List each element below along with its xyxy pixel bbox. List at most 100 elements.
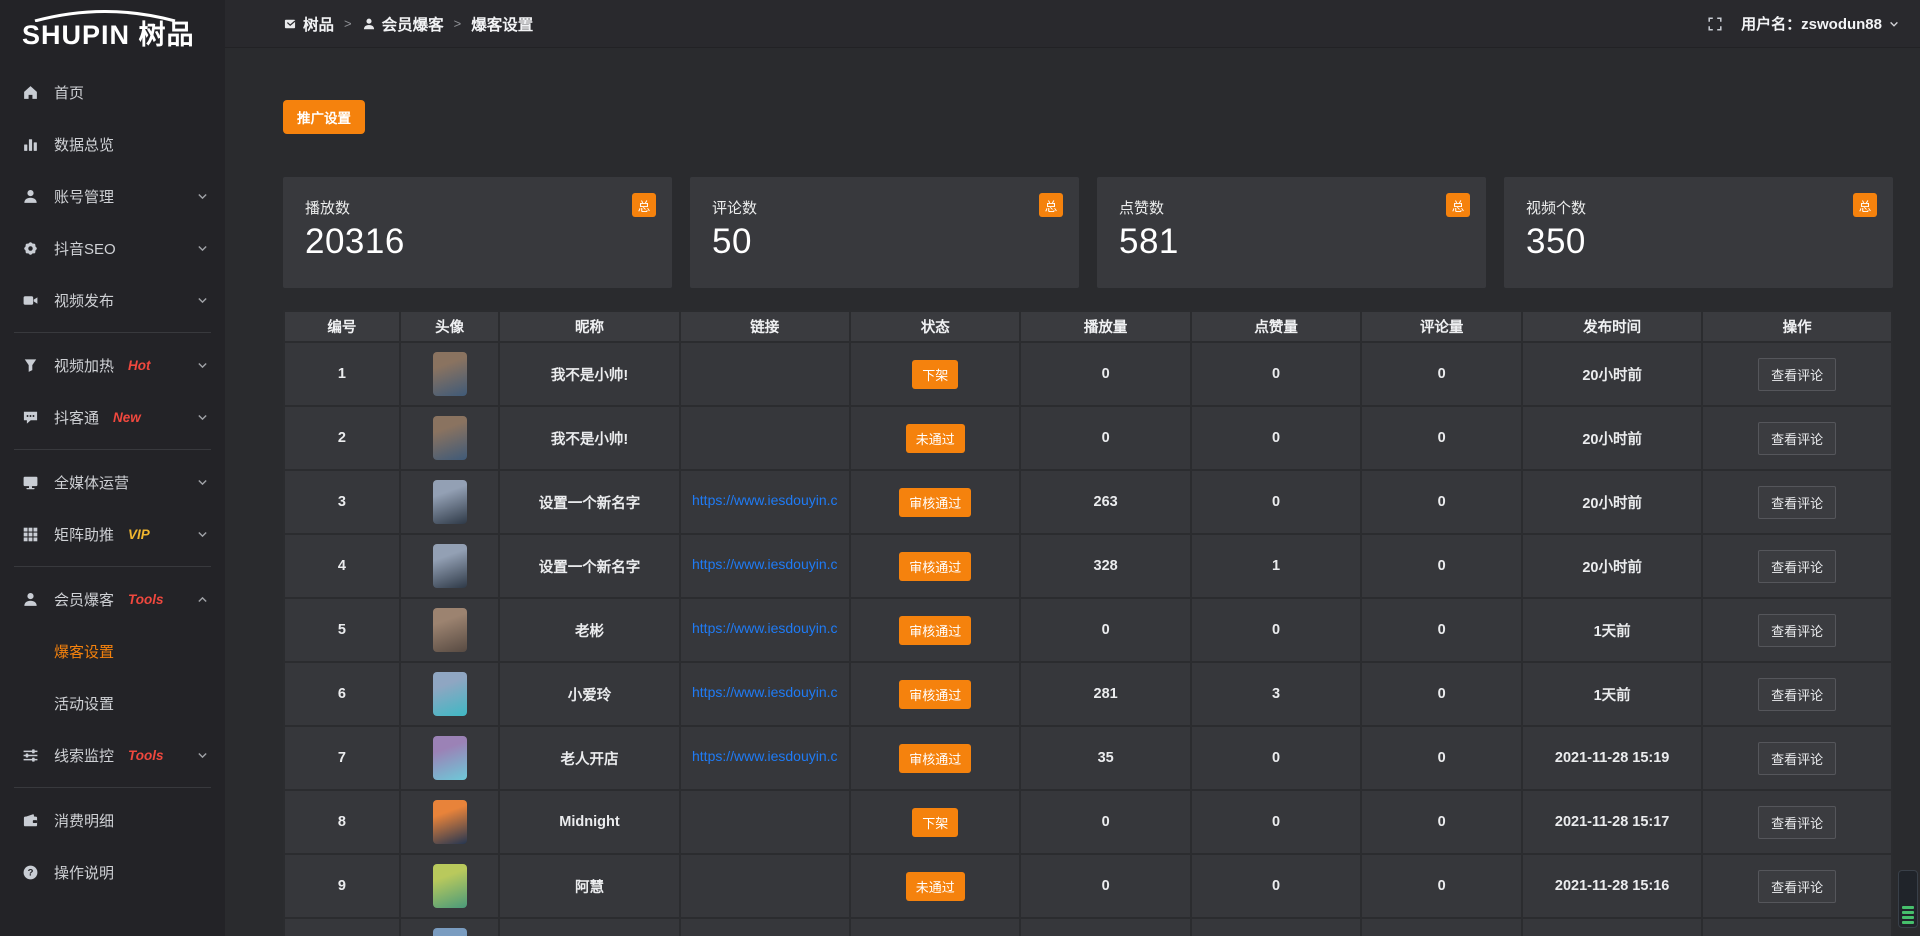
sidebar-item[interactable]: 抖音SEO [0,222,225,274]
cell-id: 2 [284,406,400,470]
view-comments-button[interactable]: 查看评论 [1758,486,1836,519]
cell-action: 查看评论 [1702,534,1892,598]
sidebar-item-label: 视频加热 [54,355,114,376]
fullscreen-icon[interactable] [1707,16,1723,32]
sidebar-subitem[interactable]: 爆客设置 [0,625,225,677]
breadcrumb: 树品>会员爆客>爆客设置 [283,13,533,35]
video-link[interactable]: https://www.iesdouyin.c [692,748,838,764]
table-row: 2我不是小帅!未通过00020小时前查看评论 [284,406,1892,470]
avatar [433,800,467,844]
sidebar-item[interactable]: 抖客通 New [0,391,225,443]
floating-widget[interactable] [1898,870,1918,928]
wallet-icon [22,812,39,829]
breadcrumb-item[interactable]: 会员爆客 [362,13,444,35]
cell-avatar [400,342,500,406]
stat-card: 视频个数350总 [1504,177,1893,288]
stat-value: 350 [1526,222,1871,262]
cell-status: 下架 [850,342,1020,406]
cell-likes: 0 [1191,598,1361,662]
cell-status: 审核通过 [850,662,1020,726]
video-link[interactable]: https://www.iesdouyin.c [692,620,838,636]
view-comments-button[interactable]: 查看评论 [1758,358,1836,391]
cell-plays: 0 [1020,598,1190,662]
breadcrumb-item[interactable]: 树品 [283,13,334,35]
chevron-down-icon [196,294,209,307]
sidebar-item[interactable]: 数据总览 [0,118,225,170]
sidebar-item-label: 操作说明 [54,862,114,883]
sidebar-subitem[interactable]: 活动设置 [0,677,225,729]
video-link[interactable]: https://www.iesdouyin.c [692,556,838,572]
cell-action: 查看评论 [1702,598,1892,662]
cell-comments: 0 [1361,598,1522,662]
sidebar-item[interactable]: 矩阵助推VIP [0,508,225,560]
table-row: 7老人开店https://www.iesdouyin.c审核通过35002021… [284,726,1892,790]
cell-plays [1020,918,1190,936]
user-menu[interactable]: 用户名：zswodun88 [1741,13,1900,34]
cell-time: 20小时前 [1522,406,1702,470]
cell-nickname: 我不是小帅! [499,342,679,406]
cell-link [680,342,850,406]
cell-time: 2021-11-28 15:16 [1522,854,1702,918]
sidebar-item[interactable]: 全媒体运营 [0,456,225,508]
promo-settings-button[interactable]: 推广设置 [283,100,365,134]
table-row: 1我不是小帅!下架00020小时前查看评论 [284,342,1892,406]
stat-label: 视频个数 [1526,197,1871,218]
sidebar-item[interactable]: 视频发布 [0,274,225,326]
sidebar-item-label: 抖客通 [54,407,99,428]
cell-status: 审核通过 [850,598,1020,662]
video-link[interactable]: https://www.iesdouyin.c [692,492,838,508]
view-comments-button[interactable]: 查看评论 [1758,678,1836,711]
sidebar-item[interactable]: 消费明细 [0,794,225,846]
cell-status: 审核通过 [850,726,1020,790]
user-icon [22,188,39,205]
table-row: 4设置一个新名字https://www.iesdouyin.c审核通过32810… [284,534,1892,598]
cell-comments: 0 [1361,854,1522,918]
cell-plays: 0 [1020,854,1190,918]
sidebar-item-label: 线索监控 [54,745,114,766]
stat-value: 581 [1119,222,1464,262]
cell-status: 未通过 [850,854,1020,918]
cell-comments: 0 [1361,534,1522,598]
topbar-right: 用户名：zswodun88 [1707,13,1900,34]
sidebar-item-tag: New [113,410,141,425]
cell-id: 5 [284,598,400,662]
video-link[interactable]: https://www.iesdouyin.c [692,684,838,700]
sidebar-item[interactable]: 会员爆客Tools [0,573,225,625]
view-comments-button[interactable]: 查看评论 [1758,870,1836,903]
sidebar-item[interactable]: 线索监控Tools [0,729,225,781]
sidebar-item-label: 数据总览 [54,134,114,155]
cell-comments: 0 [1361,662,1522,726]
sidebar-item[interactable]: 账号管理 [0,170,225,222]
cell-id: 6 [284,662,400,726]
cell-link: https://www.iesdouyin.c [680,470,850,534]
main-area: 树品>会员爆客>爆客设置 用户名：zswodun88 推广设置 播放数20316… [225,0,1920,936]
cell-time: 2021-11-28 15:19 [1522,726,1702,790]
cell-nickname: 我不是小帅! [499,406,679,470]
view-comments-button[interactable]: 查看评论 [1758,550,1836,583]
cell-avatar [400,534,500,598]
chevron-down-icon [1888,18,1900,30]
view-comments-button[interactable]: 查看评论 [1758,806,1836,839]
avatar [433,544,467,588]
avatar [433,480,467,524]
sidebar-item[interactable]: ? 操作说明 [0,846,225,898]
view-comments-button[interactable]: 查看评论 [1758,422,1836,455]
stat-label: 播放数 [305,197,650,218]
cell-likes: 0 [1191,790,1361,854]
view-comments-button[interactable]: 查看评论 [1758,742,1836,775]
cell-link: https://www.iesdouyin.c [680,598,850,662]
view-comments-button[interactable]: 查看评论 [1758,614,1836,647]
svg-text:?: ? [28,867,34,878]
stat-label: 点赞数 [1119,197,1464,218]
avatar [433,672,467,716]
stat-value: 50 [712,222,1057,262]
stat-card: 评论数50总 [690,177,1079,288]
cell-nickname: 小爱玲 [499,662,679,726]
cell-link [680,790,850,854]
sidebar-nav: 首页数据总览账号管理抖音SEO视频发布视频加热Hot 抖客通 New 全媒体运营矩阵助… [0,66,225,898]
status-badge: 审核通过 [899,616,971,645]
sidebar-item[interactable]: 首页 [0,66,225,118]
monitor-icon [22,474,39,491]
column-header: 链接 [680,311,850,342]
sidebar-item[interactable]: 视频加热Hot [0,339,225,391]
